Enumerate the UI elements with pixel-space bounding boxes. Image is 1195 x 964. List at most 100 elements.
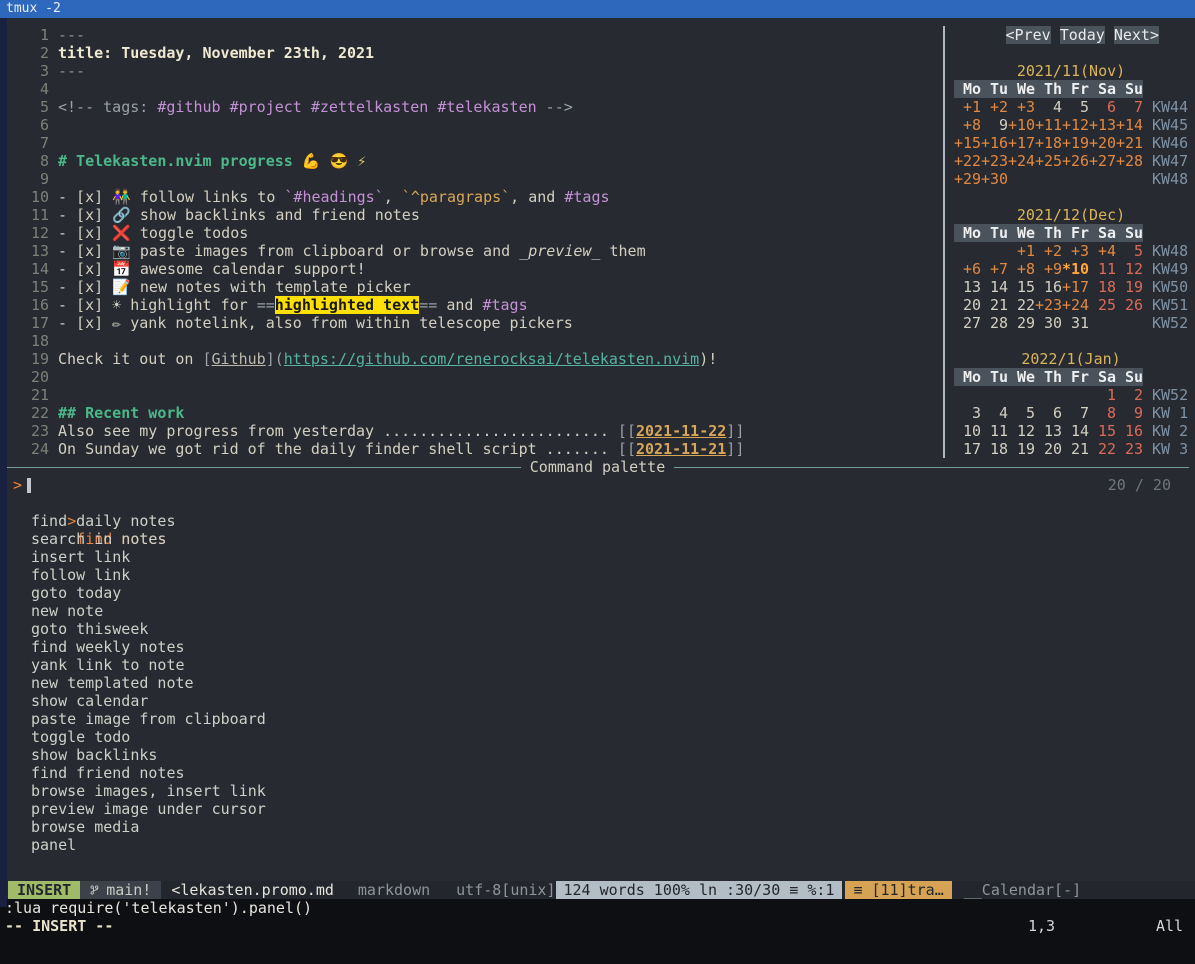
calendar-day[interactable]: 7 [1116, 98, 1143, 116]
palette-item[interactable]: show calendar [0, 692, 1195, 710]
calendar-day[interactable]: +14 [1116, 116, 1143, 134]
calendar-day[interactable]: +7 [981, 260, 1008, 278]
calendar-day[interactable]: 12 [1008, 422, 1035, 440]
calendar-day[interactable]: +12 [1062, 116, 1089, 134]
calendar-day[interactable]: 5 [1116, 242, 1143, 260]
editor-line[interactable]: 15- [x] 📝 new notes with template picker [13, 278, 943, 296]
calendar-day[interactable]: +1 [1008, 242, 1035, 260]
calendar-day[interactable]: 16 [1116, 422, 1143, 440]
editor-line[interactable]: 3--- [13, 62, 943, 80]
palette-item[interactable]: goto thisweek [0, 620, 1195, 638]
calendar-day[interactable]: +3 [1008, 98, 1035, 116]
calendar-day[interactable]: 21 [1062, 440, 1089, 458]
calendar-day[interactable]: 12 [1116, 260, 1143, 278]
calendar-day[interactable]: 1 [1089, 386, 1116, 404]
calendar-day[interactable]: +8 [1008, 260, 1035, 278]
calendar-day[interactable]: +8 [954, 116, 981, 134]
calendar-day[interactable]: +13 [1089, 116, 1116, 134]
editor-line[interactable]: 18 [13, 332, 943, 350]
calendar-day[interactable]: 31 [1062, 314, 1089, 332]
calendar-day[interactable]: 9 [1116, 404, 1143, 422]
calendar-day[interactable]: +24 [1062, 296, 1089, 314]
calendar-day[interactable]: 5 [1062, 98, 1089, 116]
calendar-day[interactable]: 22 [1008, 296, 1035, 314]
palette-item[interactable]: show backlinks [0, 746, 1195, 764]
editor-line[interactable]: 19Check it out on [Github](https://githu… [13, 350, 943, 368]
calendar-day[interactable]: 25 [1089, 296, 1116, 314]
calendar-day[interactable]: +20 [1089, 134, 1116, 152]
editor-line[interactable]: 14- [x] 📅 awesome calendar support! [13, 260, 943, 278]
calendar-prev-button[interactable]: <Prev [1006, 26, 1051, 44]
calendar-day[interactable]: 29 [1008, 314, 1035, 332]
calendar-day[interactable]: +28 [1116, 152, 1143, 170]
calendar-day[interactable]: 19 [1008, 440, 1035, 458]
calendar-day[interactable]: 10 [954, 422, 981, 440]
calendar-day[interactable]: +25 [1035, 152, 1062, 170]
calendar-day[interactable]: 18 [1089, 278, 1116, 296]
calendar-day[interactable]: 5 [1008, 404, 1035, 422]
palette-item[interactable]: panel [0, 836, 1195, 854]
calendar-day[interactable]: 27 [954, 314, 981, 332]
calendar-day[interactable]: +17 [1008, 134, 1035, 152]
calendar-day[interactable]: 4 [981, 404, 1008, 422]
calendar-day[interactable]: 6 [1089, 98, 1116, 116]
calendar-day[interactable]: 17 [954, 440, 981, 458]
palette-item[interactable]: new templated note [0, 674, 1195, 692]
calendar-day[interactable]: +11 [1035, 116, 1062, 134]
palette-item[interactable]: new note [0, 602, 1195, 620]
palette-item[interactable]: paste image from clipboard [0, 710, 1195, 728]
calendar-next-button[interactable]: Next> [1114, 26, 1159, 44]
calendar-day[interactable]: 11 [981, 422, 1008, 440]
command-line[interactable]: :lua require('telekasten').panel() [0, 899, 1195, 917]
calendar-day[interactable]: +10 [1008, 116, 1035, 134]
calendar-day[interactable]: +21 [1116, 134, 1143, 152]
calendar-day[interactable]: 20 [954, 296, 981, 314]
editor-line[interactable]: 10- [x] 👫 follow links to `#headings`, `… [13, 188, 943, 206]
calendar-day[interactable]: +23 [981, 152, 1008, 170]
calendar-day[interactable]: 21 [981, 296, 1008, 314]
editor-line[interactable]: 23Also see my progress from yesterday ..… [13, 422, 943, 440]
calendar-day[interactable]: +4 [1089, 242, 1116, 260]
calendar-day[interactable]: 7 [1062, 404, 1089, 422]
palette-item[interactable]: insert link [0, 548, 1195, 566]
calendar-day[interactable]: +2 [981, 98, 1008, 116]
palette-item[interactable]: yank link to note [0, 656, 1195, 674]
editor-line[interactable]: 24On Sunday we got rid of the daily find… [13, 440, 943, 458]
palette-item[interactable]: goto today [0, 584, 1195, 602]
calendar-day[interactable]: 23 [1116, 440, 1143, 458]
calendar-day[interactable]: 15 [1008, 278, 1035, 296]
editor-line[interactable]: 16- [x] ☀ highlight for ==highlighted te… [13, 296, 943, 314]
calendar-day[interactable]: 11 [1089, 260, 1116, 278]
calendar-day[interactable]: +19 [1062, 134, 1089, 152]
palette-item[interactable]: browse images, insert link [0, 782, 1195, 800]
editor-line[interactable]: 8# Telekasten.nvim progress 💪 😎 ⚡ [13, 152, 943, 170]
calendar-day[interactable]: +17 [1062, 278, 1089, 296]
calendar-day[interactable]: 30 [1035, 314, 1062, 332]
calendar-day[interactable]: 15 [1089, 422, 1116, 440]
calendar-day[interactable]: *10 [1062, 260, 1089, 278]
calendar-day[interactable]: 8 [1089, 404, 1116, 422]
editor-line[interactable]: 2title: Tuesday, November 23th, 2021 [13, 44, 943, 62]
editor-line[interactable]: 4 [13, 80, 943, 98]
calendar-day[interactable]: 3 [954, 404, 981, 422]
editor-line[interactable]: 21 [13, 386, 943, 404]
calendar-day[interactable]: 26 [1116, 296, 1143, 314]
editor-line[interactable]: 13- [x] 📷 paste images from clipboard or… [13, 242, 943, 260]
editor-line[interactable]: 17- [x] ✏ yank notelink, also from withi… [13, 314, 943, 332]
calendar-day[interactable]: +15 [954, 134, 981, 152]
calendar-day[interactable]: +9 [1035, 260, 1062, 278]
editor-line[interactable]: 20 [13, 368, 943, 386]
calendar-day[interactable]: +27 [1089, 152, 1116, 170]
calendar-day[interactable]: 14 [1062, 422, 1089, 440]
palette-item[interactable]: find friend notes [0, 764, 1195, 782]
calendar-day[interactable]: +2 [1035, 242, 1062, 260]
editor-line[interactable]: 1--- [13, 26, 943, 44]
editor-line[interactable]: 9 [13, 170, 943, 188]
palette-item[interactable]: find weekly notes [0, 638, 1195, 656]
calendar-day[interactable]: +18 [1035, 134, 1062, 152]
calendar-day[interactable]: 19 [1116, 278, 1143, 296]
calendar-day[interactable]: +26 [1062, 152, 1089, 170]
calendar-day[interactable]: 13 [1035, 422, 1062, 440]
calendar-day[interactable]: 4 [1035, 98, 1062, 116]
palette-item[interactable]: browse media [0, 818, 1195, 836]
